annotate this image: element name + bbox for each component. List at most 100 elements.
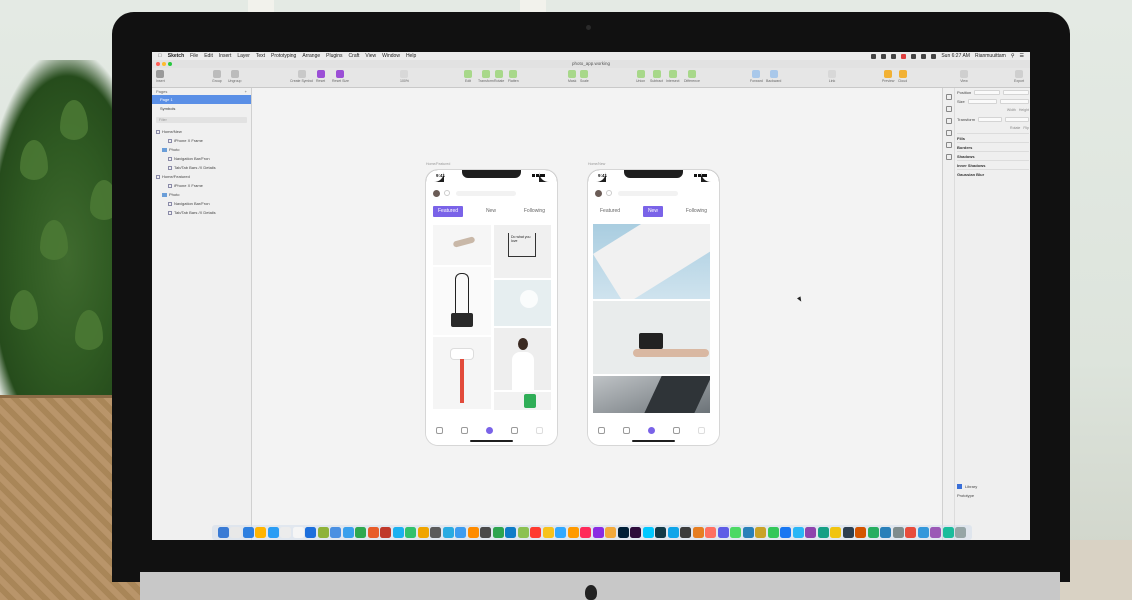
layer-row[interactable]: Photo bbox=[152, 145, 251, 154]
dock-app-icon[interactable] bbox=[330, 527, 342, 538]
dock-app-icon[interactable] bbox=[780, 527, 792, 538]
align-icon[interactable] bbox=[945, 94, 952, 100]
spotlight-icon[interactable]: ⚲ bbox=[1011, 53, 1015, 59]
dock-app-icon[interactable] bbox=[505, 527, 517, 538]
dock-app-icon[interactable] bbox=[955, 527, 967, 538]
home-icon[interactable] bbox=[598, 427, 605, 434]
dock-app-icon[interactable] bbox=[592, 527, 604, 538]
mask-button[interactable]: Mask bbox=[568, 70, 576, 83]
intersect-button[interactable]: Intersect bbox=[666, 70, 679, 83]
scale-button[interactable]: Scale bbox=[580, 70, 589, 83]
create-symbol-button[interactable]: Create Symbol bbox=[290, 70, 313, 83]
photo-bubbles[interactable] bbox=[494, 280, 551, 326]
difference-button[interactable]: Difference bbox=[684, 70, 700, 83]
dock-app-icon[interactable] bbox=[930, 527, 942, 538]
dock-app-icon[interactable] bbox=[230, 527, 242, 538]
rotate-field[interactable] bbox=[978, 117, 1003, 122]
shadows-section[interactable]: Shadows bbox=[957, 151, 1029, 160]
layer-row[interactable]: Home/New bbox=[152, 127, 251, 136]
reset-size-button[interactable]: Reset Size bbox=[332, 70, 349, 83]
dock-app-icon[interactable] bbox=[567, 527, 579, 538]
reset-button[interactable]: Reset bbox=[316, 70, 325, 83]
layer-row[interactable]: Photo bbox=[152, 190, 251, 199]
avatar[interactable] bbox=[433, 190, 440, 197]
dock-app-icon[interactable] bbox=[680, 527, 692, 538]
layer-row[interactable]: Tab/Tab Bars /X Details bbox=[152, 208, 251, 217]
layer-row[interactable]: iPhone X Frame bbox=[152, 181, 251, 190]
tab-new[interactable]: New bbox=[642, 206, 663, 217]
dock-app-icon[interactable] bbox=[842, 527, 854, 538]
profile-icon[interactable] bbox=[698, 427, 705, 434]
ungroup-button[interactable]: Ungroup bbox=[228, 70, 241, 83]
dock-app-icon[interactable] bbox=[455, 527, 467, 538]
x-field[interactable] bbox=[974, 90, 1001, 95]
photo-camera-strap[interactable] bbox=[433, 267, 491, 335]
symbol-icon[interactable] bbox=[945, 130, 952, 136]
dock-app-icon[interactable] bbox=[517, 527, 529, 538]
dock-app-icon[interactable] bbox=[417, 527, 429, 538]
menu-file[interactable]: File bbox=[190, 53, 198, 59]
dock-app-icon[interactable] bbox=[355, 527, 367, 538]
dock-app-icon[interactable] bbox=[667, 527, 679, 538]
notification-center-icon[interactable]: ☰ bbox=[1020, 53, 1024, 59]
dock-app-icon[interactable] bbox=[692, 527, 704, 538]
layer-row[interactable]: Home/Featured bbox=[152, 172, 251, 181]
dock-app-icon[interactable] bbox=[530, 527, 542, 538]
tab-featured[interactable]: Featured bbox=[433, 206, 464, 217]
transform-button[interactable]: Transform bbox=[478, 70, 494, 83]
menu-plugins[interactable]: Plugins bbox=[326, 53, 342, 59]
add-page-icon[interactable]: + bbox=[245, 88, 247, 95]
menu-window[interactable]: Window bbox=[382, 53, 400, 59]
tab-featured[interactable]: Featured bbox=[595, 206, 625, 217]
dock-app-icon[interactable] bbox=[542, 527, 554, 538]
height-field[interactable] bbox=[999, 99, 1029, 104]
dock-app-icon[interactable] bbox=[880, 527, 892, 538]
grid-icon[interactable] bbox=[623, 427, 630, 434]
search-bar[interactable] bbox=[618, 191, 678, 196]
flatten-button[interactable]: Flatten bbox=[508, 70, 519, 83]
dock-app-icon[interactable] bbox=[367, 527, 379, 538]
heart-icon[interactable] bbox=[511, 427, 518, 434]
page-item-symbols[interactable]: Symbols bbox=[152, 104, 251, 113]
link-button[interactable]: Link bbox=[828, 70, 836, 83]
dock-app-icon[interactable] bbox=[305, 527, 317, 538]
dock-app-icon[interactable] bbox=[855, 527, 867, 538]
prototype-row[interactable]: Prototype bbox=[957, 491, 1027, 500]
layer-row[interactable]: Navigation Bar/Fron bbox=[152, 154, 251, 163]
dock-app-icon[interactable] bbox=[905, 527, 917, 538]
distribute-icon[interactable] bbox=[945, 106, 952, 112]
forward-button[interactable]: Forward bbox=[750, 70, 763, 83]
dock-app-icon[interactable] bbox=[892, 527, 904, 538]
photo-portrait[interactable] bbox=[494, 328, 551, 390]
menu-insert[interactable]: Insert bbox=[219, 53, 232, 59]
photo-architecture[interactable] bbox=[593, 376, 710, 413]
status-icon[interactable] bbox=[911, 53, 917, 59]
dock-app-icon[interactable] bbox=[555, 527, 567, 538]
dock-app-icon[interactable] bbox=[630, 527, 642, 538]
wifi-icon[interactable] bbox=[931, 53, 937, 59]
dock-app-icon[interactable] bbox=[817, 527, 829, 538]
dock-app-icon[interactable] bbox=[805, 527, 817, 538]
dock-app-icon[interactable] bbox=[442, 527, 454, 538]
tab-new[interactable]: New bbox=[481, 206, 501, 217]
tab-following[interactable]: Following bbox=[681, 206, 712, 217]
dock-app-icon[interactable] bbox=[767, 527, 779, 538]
rotate-button[interactable]: Rotate bbox=[494, 70, 504, 83]
dock-app-icon[interactable] bbox=[380, 527, 392, 538]
menu-edit[interactable]: Edit bbox=[204, 53, 213, 59]
artboard-label[interactable]: Home/New bbox=[588, 162, 605, 166]
avatar[interactable] bbox=[595, 190, 602, 197]
dock-app-icon[interactable] bbox=[480, 527, 492, 538]
page-item-page-1[interactable]: Page 1 bbox=[152, 95, 251, 104]
subtract-button[interactable]: Subtract bbox=[650, 70, 663, 83]
dock-app-icon[interactable] bbox=[605, 527, 617, 538]
text-icon[interactable] bbox=[945, 154, 952, 160]
artboard-home-featured[interactable]: 9:41 Featured New Following Do what you … bbox=[426, 170, 557, 445]
dock-app-icon[interactable] bbox=[580, 527, 592, 538]
menu-layer[interactable]: Layer bbox=[237, 53, 250, 59]
photo-green-bottle[interactable] bbox=[494, 392, 551, 410]
menu-app-name[interactable]: Sketch bbox=[168, 53, 184, 59]
zoom-window-button[interactable] bbox=[168, 62, 172, 66]
dock-app-icon[interactable] bbox=[255, 527, 267, 538]
edit-button[interactable]: Edit bbox=[464, 70, 472, 83]
